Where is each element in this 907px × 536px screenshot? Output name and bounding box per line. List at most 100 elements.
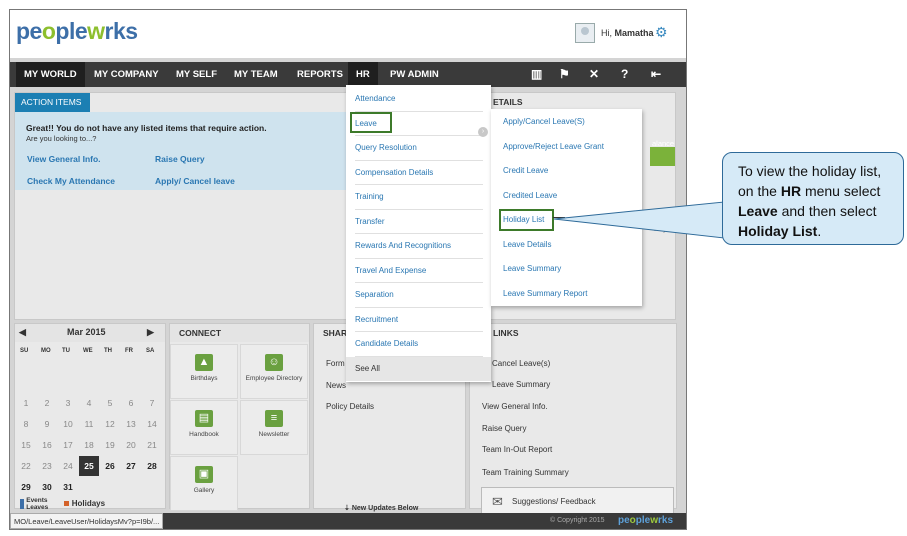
hr-menu-item[interactable]: Separation: [355, 283, 483, 308]
new-updates-link[interactable]: ⇣ New Updates Below: [344, 504, 418, 512]
hr-menu-item[interactable]: Attendance: [355, 87, 483, 112]
hr-menu-item[interactable]: See All: [346, 356, 491, 381]
link-view-general-info[interactable]: View General Info.: [27, 154, 101, 164]
calendar-day[interactable]: 17: [58, 435, 78, 455]
tools-icon[interactable]: ✕: [589, 62, 599, 87]
nav-pw-admin[interactable]: PW ADMIN: [382, 62, 447, 87]
link-raise-query[interactable]: Raise Query: [155, 154, 205, 164]
flag-icon[interactable]: ⚑: [559, 62, 570, 87]
tile-handbook[interactable]: ▤ Handbook: [170, 400, 238, 455]
tile-gallery[interactable]: ▣ Gallery: [170, 456, 238, 511]
share-item-news[interactable]: News: [326, 381, 346, 390]
leave-submenu-item[interactable]: Approve/Reject Leave Grant: [503, 135, 604, 160]
calendar-day[interactable]: 22: [16, 456, 36, 476]
calendar-day[interactable]: 27: [121, 456, 141, 476]
calendar-day[interactable]: 31: [58, 477, 78, 497]
hr-menu-item[interactable]: Travel And Expense: [355, 259, 483, 283]
leave-submenu-item[interactable]: Leave Summary Report: [503, 282, 587, 307]
calendar-day-name: MO: [41, 348, 51, 354]
action-message: Great!! You do not have any listed items…: [26, 123, 267, 133]
calendar-day[interactable]: 23: [37, 456, 57, 476]
footer: MO/Leave/LeaveUser/HolidaysMv?p=I9b/... …: [10, 513, 686, 529]
hr-menu-item[interactable]: Rewards And Recognitions: [355, 234, 483, 259]
leave-submenu-item[interactable]: Apply/Cancel Leave(S): [503, 110, 585, 135]
nav-reports[interactable]: REPORTS: [289, 62, 351, 87]
hr-menu-item[interactable]: Training: [355, 185, 483, 210]
prev-month-icon[interactable]: ◀: [19, 327, 26, 338]
calendar-day[interactable]: 1: [16, 393, 36, 413]
calendar-day[interactable]: 21: [142, 435, 162, 455]
link-apply-cancel-leave[interactable]: Apply/ Cancel leave: [155, 176, 235, 186]
calendar-legend: Events Leaves Holidays: [20, 497, 105, 511]
calendar-day[interactable]: 25: [79, 456, 99, 476]
leave-submenu-item[interactable]: Credit Leave: [503, 159, 548, 184]
calendar-day[interactable]: 13: [121, 414, 141, 434]
quick-link-team-in-out[interactable]: Team In-Out Report: [482, 445, 552, 454]
calendar-day[interactable]: 29: [16, 477, 36, 497]
calendar-day[interactable]: 30: [37, 477, 57, 497]
calendar-panel: ◀ Mar 2015 ▶ SU MO TU WE TH FR SA 1 2 3 4 5 6 7 8 9 10 1…: [14, 323, 166, 511]
calendar-day[interactable]: 4: [79, 393, 99, 413]
quick-link-team-training[interactable]: Team Training Summary: [482, 468, 569, 477]
hr-menu-item[interactable]: Recruitment: [355, 308, 483, 332]
calendar-day[interactable]: 5: [100, 393, 120, 413]
hr-menu-item[interactable]: Compensation Details: [355, 161, 483, 185]
quick-link-leave-summary[interactable]: Leave Summary: [492, 380, 550, 389]
calendar-day[interactable]: 24: [58, 456, 78, 476]
tile-employee-directory[interactable]: ☺ Employee Directory: [240, 344, 308, 399]
logout-icon[interactable]: ⇤: [651, 62, 661, 87]
nav-my-team[interactable]: MY TEAM: [226, 62, 286, 87]
calendar-day[interactable]: 20: [121, 435, 141, 455]
calendar-day[interactable]: 2: [37, 393, 57, 413]
holiday-list-highlight-box: [499, 209, 554, 231]
share-item-policy[interactable]: Policy Details: [326, 402, 374, 411]
calendar-day[interactable]: 26: [100, 456, 120, 476]
calendar-day[interactable]: 10: [58, 414, 78, 434]
quick-links-panel: LINKS Cancel Leave(s) Leave Summary View…: [469, 323, 677, 515]
calendar-day[interactable]: 15: [16, 435, 36, 455]
status-url: MO/Leave/LeaveUser/HolidaysMv?p=I9b/...: [10, 513, 164, 529]
peopleworks-logo[interactable]: peoplewrks: [16, 18, 138, 45]
quick-link-view-general-info[interactable]: View General Info.: [482, 402, 548, 411]
avatar[interactable]: [575, 23, 595, 43]
leave-submenu-item[interactable]: Leave Summary: [503, 257, 561, 282]
tab-action-items[interactable]: ACTION ITEMS: [15, 93, 90, 112]
calendar-month: Mar 2015: [67, 327, 106, 337]
hr-menu-item[interactable]: Transfer: [355, 210, 483, 234]
link-check-attendance[interactable]: Check My Attendance: [27, 176, 115, 186]
leave-submenu-item[interactable]: Credited Leave: [503, 184, 557, 209]
quick-links-title: LINKS: [493, 328, 519, 338]
nav-my-world[interactable]: MY WORLD: [16, 62, 85, 87]
calendar-day[interactable]: 12: [100, 414, 120, 434]
calendar-day[interactable]: 16: [37, 435, 57, 455]
tile-birthdays[interactable]: ▲ Birthdays: [170, 344, 238, 399]
calendar-day[interactable]: 14: [142, 414, 162, 434]
calendar-day[interactable]: 3: [58, 393, 78, 413]
calendar-day[interactable]: 11: [79, 414, 99, 434]
suggestions-button[interactable]: Suggestions/ Feedback: [481, 487, 674, 515]
help-icon[interactable]: ?: [621, 62, 628, 87]
tile-newsletter[interactable]: ≡ Newsletter: [240, 400, 308, 455]
share-item-form[interactable]: Form: [326, 359, 345, 368]
calendar-day[interactable]: 6: [121, 393, 141, 413]
hr-menu-item[interactable]: Candidate Details: [355, 332, 483, 357]
connect-title: CONNECT: [170, 324, 309, 342]
nav-hr[interactable]: HR: [348, 62, 378, 87]
nav-my-self[interactable]: MY SELF: [168, 62, 225, 87]
quick-link-cancel-leave[interactable]: Cancel Leave(s): [492, 359, 550, 368]
calendar-day[interactable]: 8: [16, 414, 36, 434]
calendar-day[interactable]: 9: [37, 414, 57, 434]
book-icon[interactable]: ▥: [531, 62, 542, 87]
legend-events: Events Leaves: [26, 497, 49, 511]
gear-icon[interactable]: ⚙: [655, 24, 668, 41]
quick-link-raise-query[interactable]: Raise Query: [482, 424, 526, 433]
calendar-day[interactable]: 18: [79, 435, 99, 455]
calendar-day-name: TH: [104, 348, 112, 354]
next-month-icon[interactable]: ▶: [147, 327, 154, 338]
leave-submenu-item[interactable]: Leave Details: [503, 233, 551, 258]
calendar-day[interactable]: 19: [100, 435, 120, 455]
nav-my-company[interactable]: MY COMPANY: [86, 62, 167, 87]
calendar-day[interactable]: 7: [142, 393, 162, 413]
calendar-day[interactable]: 28: [142, 456, 162, 476]
hr-menu-item[interactable]: Query Resolution: [355, 136, 483, 161]
